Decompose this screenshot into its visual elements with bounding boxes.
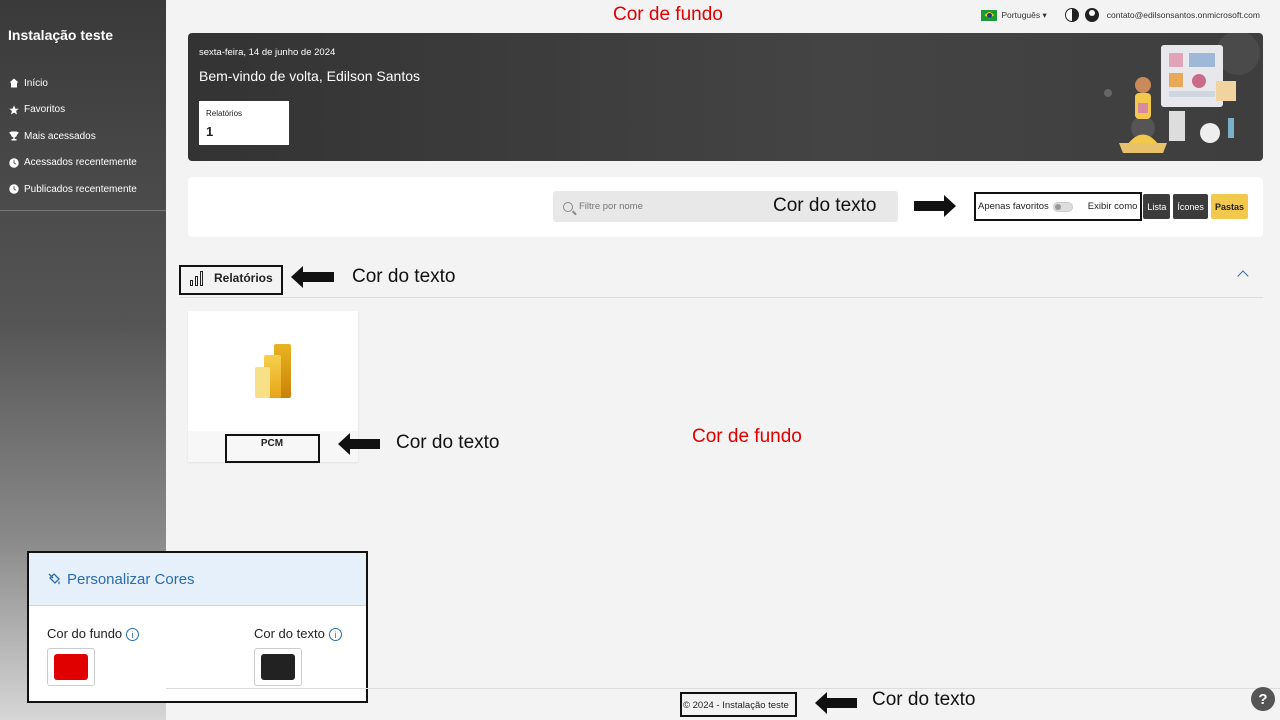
sidebar-item-label: Mais acessados (24, 130, 96, 142)
sidebar-divider (0, 210, 166, 211)
sidebar-item-mais-acessados[interactable]: Mais acessados (0, 123, 166, 150)
annotation-text-section: Cor do texto (352, 266, 456, 287)
bg-color-field: Cor do fundo i (47, 626, 140, 642)
bg-color-swatch (54, 654, 88, 680)
powerbi-logo-icon (255, 344, 291, 398)
info-icon[interactable]: i (126, 628, 140, 642)
user-avatar-icon[interactable] (1084, 8, 1099, 22)
panel-title: Personalizar Cores (67, 570, 195, 588)
annotation-box-report-name (225, 434, 320, 463)
topbar: Português ▾ contato@edilsonsantos.onmicr… (981, 8, 1260, 22)
stat-value: 1 (206, 124, 214, 139)
panel-header: Personalizar Cores (29, 553, 366, 606)
text-color-label: Cor do texto (254, 626, 325, 641)
annotation-arrow-left (815, 692, 857, 714)
sidebar-item-label: Acessados recentemente (24, 157, 137, 169)
reports-stat-card[interactable]: Relatórios 1 (199, 101, 289, 145)
section-divider (180, 297, 1263, 298)
clock-icon (9, 158, 19, 168)
star-icon (9, 105, 19, 115)
annotation-text-card: Cor do texto (396, 432, 500, 453)
welcome-banner: sexta-feira, 14 de junho de 2024 Bem-vin… (188, 33, 1263, 161)
view-list-button[interactable]: Lista (1143, 194, 1171, 219)
paint-bucket-icon (48, 573, 60, 585)
sidebar-item-acessados-recentemente[interactable]: Acessados recentemente (0, 150, 166, 177)
annotation-box-section-title (179, 265, 283, 295)
annotation-box-footer (680, 692, 797, 717)
text-color-field: Cor do texto i (254, 626, 342, 642)
trophy-icon (9, 131, 19, 141)
annotation-text-footer: Cor do texto (872, 689, 976, 710)
bg-color-label: Cor do fundo (47, 626, 123, 641)
language-label: Português (1001, 9, 1041, 20)
sidebar-item-favoritos[interactable]: Favoritos (0, 97, 166, 124)
search-input[interactable] (579, 201, 729, 212)
text-color-swatch (261, 654, 295, 680)
annotation-arrow-right (914, 195, 956, 217)
banner-date: sexta-feira, 14 de junho de 2024 (199, 47, 336, 58)
bg-color-picker[interactable] (47, 648, 95, 686)
sidebar-item-label: Início (24, 77, 48, 89)
language-selector[interactable]: Português ▾ (1001, 10, 1046, 21)
app-title: Instalação teste (8, 27, 114, 43)
annotation-box-view-controls (974, 192, 1142, 221)
sidebar-item-label: Favoritos (24, 104, 66, 116)
collapse-chevron-up-icon[interactable] (1237, 270, 1249, 282)
home-icon (9, 78, 19, 88)
help-icon[interactable]: ? (1251, 687, 1275, 711)
sidebar-item-publicados-recentemente[interactable]: Publicados recentemente (0, 176, 166, 203)
annotation-bg-top: Cor de fundo (613, 4, 723, 25)
search-icon (563, 201, 573, 212)
clock-icon (9, 184, 19, 194)
stat-label: Relatórios (206, 109, 243, 118)
banner-welcome: Bem-vindo de volta, Edilson Santos (199, 68, 421, 84)
annotation-arrow-left (291, 266, 334, 288)
brazil-flag-icon (981, 9, 998, 21)
annotation-arrow-left (338, 433, 380, 455)
text-color-picker[interactable] (254, 648, 302, 686)
personalize-colors-panel: Personalizar Cores Cor do fundo i Cor do … (27, 551, 368, 703)
annotation-bg-main: Cor de fundo (692, 426, 802, 447)
view-folders-button[interactable]: Pastas (1210, 194, 1248, 219)
view-icons-button[interactable]: Ícones (1173, 194, 1208, 219)
user-email: contato@edilsonsantos.onmicrosoft.com (1106, 10, 1260, 20)
info-icon[interactable]: i (328, 628, 342, 642)
theme-toggle-icon[interactable] (1064, 8, 1079, 22)
dashboard-illustration (1104, 33, 1260, 153)
annotation-text-search: Cor do texto (773, 195, 877, 216)
sidebar-item-label: Publicados recentemente (24, 183, 137, 195)
sidebar-item-inicio[interactable]: Início (0, 70, 166, 97)
footer-divider (166, 688, 1280, 689)
sidebar-nav: Início Favoritos Mais acessados Acessado… (0, 70, 166, 203)
